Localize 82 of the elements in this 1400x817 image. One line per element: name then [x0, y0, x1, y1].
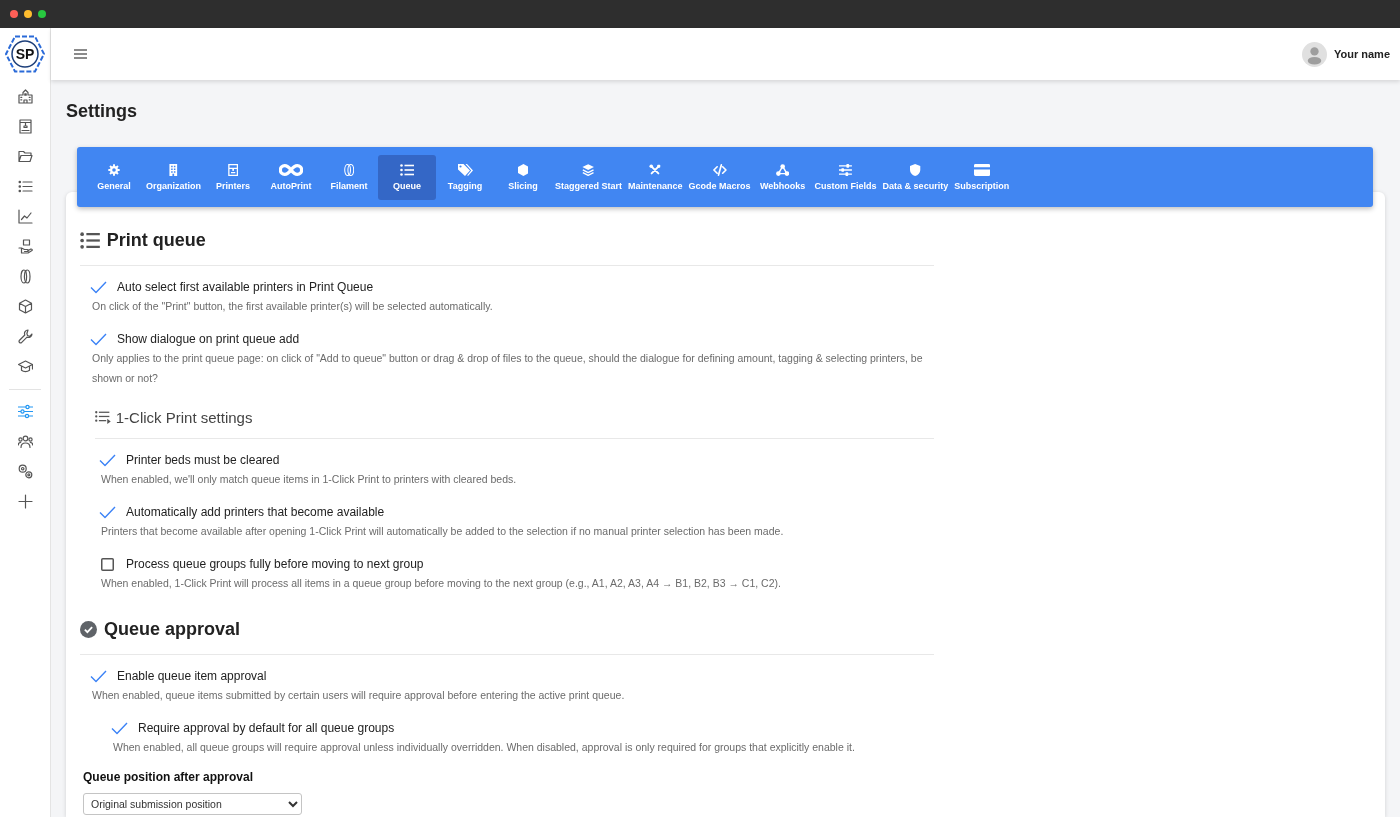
infinity-icon [279, 163, 303, 176]
checkbox[interactable] [99, 453, 116, 467]
setting-label: Printer beds must be cleared [126, 452, 280, 469]
spool-icon [17, 268, 33, 284]
sliders-icon [17, 403, 33, 419]
avatar-icon [1301, 41, 1327, 67]
setting-label: Auto select first available printers in Print Queue [117, 279, 374, 296]
folder-icon [17, 148, 33, 164]
list-icon [400, 163, 414, 176]
setting-label: Automatically add printers that become available [126, 504, 385, 521]
cube-icon [17, 298, 33, 314]
checkbox[interactable] [111, 721, 128, 735]
spool-icon [343, 163, 355, 176]
credit-card-icon [973, 163, 990, 176]
section-title: Print queue [106, 229, 206, 251]
tab[interactable]: Tagging [436, 154, 494, 200]
layers-icon [582, 163, 595, 176]
setting-description: When enabled, all queue groups will require approval unless individually overridden. When disabled, approval is only required for groups that explicitly enable it. [113, 740, 856, 755]
tab[interactable]: Gcode Macros [685, 154, 754, 200]
gears-icon [17, 463, 33, 479]
setting-description: Printers that become available after opening 1-Click Print will automatically be added to the selection if no manual printer selection has been made. [101, 524, 785, 539]
sliders-icon [839, 163, 853, 176]
tab[interactable]: Data & security [879, 154, 952, 200]
checkbox[interactable] [101, 557, 114, 571]
list-icon [17, 178, 33, 194]
printer-icon [17, 118, 33, 134]
checkbox[interactable] [90, 332, 107, 346]
minimize-window-button[interactable] [24, 10, 32, 18]
list-arrow-icon [95, 410, 111, 424]
gear-icon [108, 163, 120, 176]
setting-label: Show dialogue on print queue add [117, 331, 300, 348]
plus-icon [17, 493, 33, 509]
printer-icon [227, 163, 239, 176]
building-icon [17, 88, 33, 104]
tab[interactable]: Printers [204, 154, 262, 200]
tab[interactable]: Slicing [494, 154, 552, 200]
tab[interactable]: Maintenance [625, 154, 686, 200]
maximize-window-button[interactable] [38, 10, 46, 18]
code-icon [712, 163, 727, 176]
tab[interactable]: AutoPrint [262, 154, 320, 200]
graduation-cap-icon [17, 358, 33, 374]
page-title: Settings [66, 100, 138, 122]
tools-icon [649, 163, 662, 176]
close-window-button[interactable] [10, 10, 18, 18]
tab[interactable]: Custom Fields [811, 154, 880, 200]
dropdown-field[interactable]: Original submission position [83, 793, 302, 815]
tab[interactable]: Webhooks [753, 154, 812, 200]
nodes-icon [775, 163, 790, 176]
setting-description: When enabled, we'll only match queue items in 1-Click Print to printers with cleared beds. [101, 472, 518, 487]
setting-description: When enabled, queue items submitted by certain users will require approval before entering the active print queue. [92, 688, 626, 703]
user-menu-button[interactable]: Your name [1301, 41, 1390, 67]
tab[interactable]: General [85, 154, 143, 200]
chart-icon [17, 208, 33, 224]
tab[interactable]: Queue [378, 154, 436, 200]
setting-description: When enabled, 1-Click Print will process all items in a queue group before moving to the next group (e.g., A1, A2, A3, A4 → B1, B2, B3 → C1, C2). [101, 576, 782, 591]
menu-button[interactable] [74, 49, 87, 59]
setting-description: Only applies to the print queue page: on click of "Add to queue" button or drag & drop of files to the queue, should the dialogue for defining amount, tagging & selecting printers, be shown or not? [92, 351, 924, 386]
users-icon [17, 433, 33, 449]
tab[interactable]: Subscription [951, 154, 1013, 200]
menu-icon [74, 49, 87, 59]
setting-description: On click of the "Print" button, the first available printer(s) will be selected automatically. [92, 299, 494, 314]
check-circle-icon [80, 620, 97, 638]
tab[interactable]: Organization [143, 154, 204, 200]
tab[interactable]: Staggered Start [552, 154, 626, 200]
tags-icon [457, 163, 473, 176]
list-icon [80, 231, 100, 249]
cube-icon [517, 163, 529, 176]
setting-label: Enable queue item approval [117, 668, 267, 685]
checkbox[interactable] [90, 669, 107, 683]
building-icon [169, 163, 178, 176]
logo[interactable]: SP [5, 34, 45, 74]
checkbox[interactable] [90, 280, 107, 294]
shield-icon [910, 163, 921, 176]
wrench-icon [17, 328, 33, 344]
setting-label: Process queue groups fully before moving to next group [126, 556, 424, 573]
setting-label: Require approval by default for all queue groups [138, 720, 395, 737]
hand-box-icon [17, 238, 33, 254]
section-title: Queue approval [104, 618, 241, 640]
field-label: Queue position after approval [83, 769, 254, 785]
subsection-title: 1-Click Print settings [115, 408, 253, 426]
checkbox[interactable] [99, 505, 116, 519]
tab[interactable]: Filament [320, 154, 378, 200]
